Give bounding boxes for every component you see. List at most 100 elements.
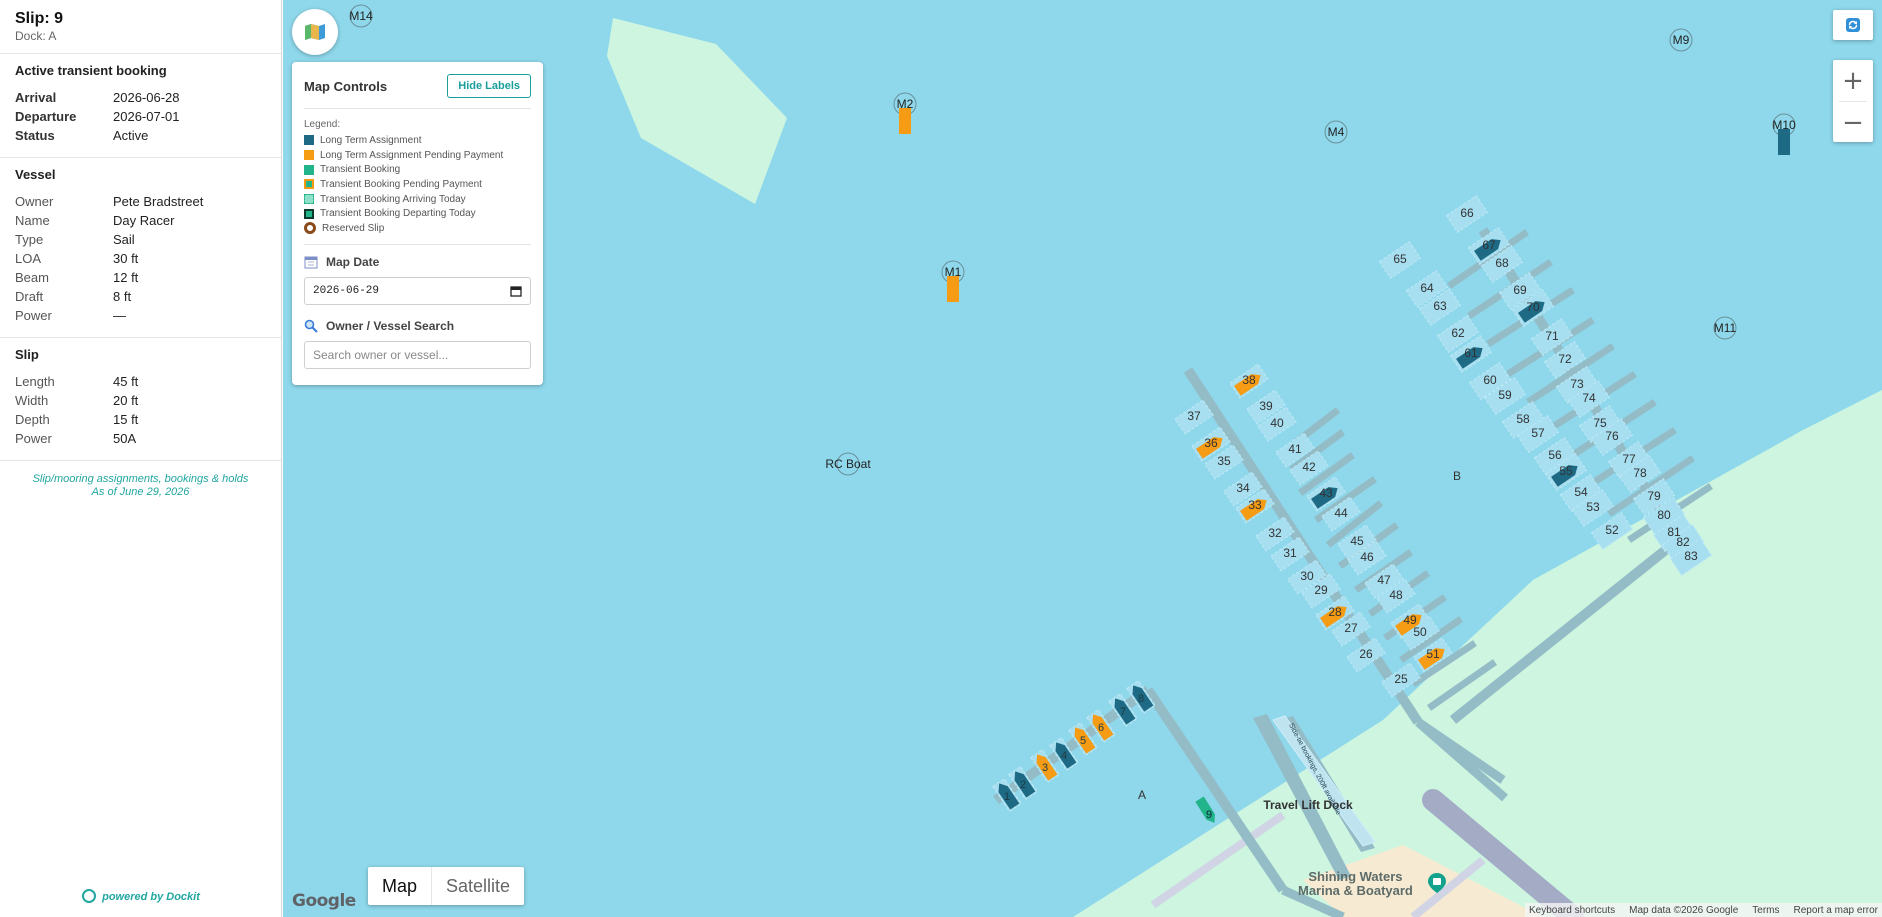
mooring-m2[interactable]: M2 — [893, 92, 917, 134]
slip-number-label: 57 — [1531, 426, 1545, 440]
field-value: 2026-07-01 — [113, 109, 180, 124]
map-controls-title: Map Controls — [304, 78, 388, 94]
vessel-row-name: Name Day Racer — [15, 211, 266, 230]
legend-swatch — [304, 179, 314, 190]
island — [607, 18, 787, 204]
slip-number-label: 29 — [1314, 583, 1328, 597]
field-label: LOA — [15, 251, 42, 266]
field-value: 30 ft — [113, 251, 139, 266]
slip-number-label: 38 — [1242, 373, 1256, 387]
legend-label: Transient Booking Departing Today — [320, 208, 476, 220]
powered-by[interactable]: powered by Dockit — [0, 889, 282, 903]
refresh-button[interactable] — [1833, 10, 1873, 40]
mooring-m1[interactable]: M1 — [941, 260, 965, 302]
slip-number-label: 83 — [1684, 549, 1698, 563]
marina-place-label[interactable]: Shining Waters Marina & Boatyard — [1298, 870, 1413, 898]
slip-row-depth: Depth 15 ft — [15, 410, 266, 429]
slip-number-label: 33 — [1248, 498, 1262, 512]
field-label: Power — [15, 431, 52, 446]
legend-label: Reserved Slip — [322, 222, 385, 234]
booking-row-status: Status Active — [15, 126, 266, 145]
owner-vessel-search-input[interactable]: Search owner or vessel... — [304, 340, 531, 369]
field-label: Power — [15, 308, 52, 323]
field-label: Owner — [15, 194, 54, 209]
search-label-text: Owner / Vessel Search — [326, 318, 455, 333]
date-picker-icon[interactable] — [510, 285, 522, 297]
map-date-value: 2026-06-29 — [313, 284, 380, 297]
mooring-label: M1 — [945, 265, 962, 279]
slip-number-label: 43 — [1319, 486, 1333, 500]
slip-number-label: 77 — [1622, 452, 1636, 466]
booking-heading: Active transient booking — [15, 63, 167, 78]
slip-number-label: 37 — [1187, 409, 1201, 423]
search-icon — [304, 319, 318, 333]
slip-number-label: 27 — [1344, 621, 1358, 635]
terms-link[interactable]: Terms — [1752, 905, 1779, 916]
map-date-input[interactable]: 2026-06-29 — [304, 276, 531, 305]
slip-number-label: 53 — [1586, 500, 1600, 514]
slip-number-label: 64 — [1420, 281, 1434, 295]
field-label: Type — [15, 232, 44, 247]
slip-number-label: 69 — [1513, 283, 1527, 297]
legend-list: Long Term Assignment Long Term Assignment… — [304, 133, 531, 236]
legend-label: Transient Booking Pending Payment — [320, 178, 482, 190]
mooring-m10[interactable]: M10 — [1772, 113, 1796, 155]
slip-number-label: 63 — [1433, 299, 1447, 313]
field-label: Beam — [15, 270, 49, 285]
vessel-heading: Vessel — [15, 167, 56, 182]
slip-number-label: 32 — [1268, 526, 1282, 540]
zoom-out-button[interactable]: − — [1833, 102, 1873, 143]
place-line-1: Shining Waters — [1308, 869, 1403, 884]
mooring-rc-boat[interactable]: RC Boat — [825, 452, 871, 476]
slip-number-label: 34 — [1236, 481, 1250, 495]
map-type-map-button[interactable]: Map — [368, 867, 431, 905]
map-type-control: Map Satellite — [368, 867, 525, 905]
hide-labels-button[interactable]: Hide Labels — [447, 74, 531, 98]
slip-number-label: 65 — [1393, 252, 1407, 266]
slip-number-label: 5 — [1080, 735, 1086, 747]
place-line-2: Marina & Boatyard — [1298, 883, 1413, 898]
vessel-row-type: Type Sail — [15, 230, 266, 249]
mooring-m4[interactable]: M4 — [1324, 120, 1348, 144]
map-date-label: Map Date — [304, 255, 531, 269]
field-label: Draft — [15, 289, 44, 304]
mooring-label: RC Boat — [825, 457, 871, 471]
slip-number-label: 76 — [1605, 429, 1619, 443]
slip-number-label: 45 — [1350, 534, 1364, 548]
zoom-in-button[interactable]: + — [1833, 60, 1873, 101]
slip-number-label: 72 — [1558, 352, 1572, 366]
booking-section: Active transient booking Arrival 2026-06-… — [0, 54, 281, 158]
slip-row-power: Power 50A — [15, 429, 266, 448]
keyboard-shortcuts-link[interactable]: Keyboard shortcuts — [1529, 905, 1615, 916]
place-pin-icon[interactable] — [1427, 872, 1447, 894]
slip-number-label: 31 — [1283, 546, 1297, 560]
vessel-row-owner: Owner Pete Bradstreet — [15, 192, 266, 211]
vessel-row-loa: LOA 30 ft — [15, 249, 266, 268]
legend-item: Transient Booking Pending Payment — [304, 177, 531, 192]
field-label: Length — [15, 374, 55, 389]
legend-label: Long Term Assignment Pending Payment — [320, 149, 504, 161]
report-error-link[interactable]: Report a map error — [1794, 905, 1878, 916]
mooring-label: M4 — [1328, 125, 1345, 139]
search-placeholder: Search owner or vessel... — [313, 347, 449, 362]
slip-number-label: 67 — [1482, 238, 1496, 252]
reserved-ring-icon — [304, 222, 316, 235]
legend-swatch — [304, 164, 314, 175]
field-value: 20 ft — [113, 393, 139, 408]
mooring-m11[interactable]: M11 — [1713, 316, 1737, 340]
mooring-m14[interactable]: M14 — [349, 4, 373, 28]
map-attribution: Keyboard shortcuts Map data ©2026 Google… — [1524, 903, 1882, 917]
slip-number-label: 6 — [1098, 722, 1104, 734]
mooring-m9[interactable]: M9 — [1669, 28, 1693, 52]
map-type-satellite-button[interactable]: Satellite — [431, 867, 524, 905]
slip-number-label: 2 — [1020, 779, 1026, 791]
slip-number-label: 26 — [1359, 647, 1373, 661]
legend-item: Transient Booking Arriving Today — [304, 192, 531, 207]
slip-number-label: 48 — [1389, 588, 1403, 602]
legend-label: Transient Booking Arriving Today — [320, 193, 466, 205]
map-layers-button[interactable] — [292, 9, 338, 55]
note-line-1: Slip/mooring assignments, bookings & hol… — [32, 473, 249, 485]
field-value: 50A — [113, 431, 137, 446]
search-label: Owner / Vessel Search — [304, 319, 531, 333]
marina-map[interactable]: M14 M2 M1 M4 M9 M10 M11 RC Boat 37 38 39 40 36 35 41 4… — [283, 0, 1882, 917]
